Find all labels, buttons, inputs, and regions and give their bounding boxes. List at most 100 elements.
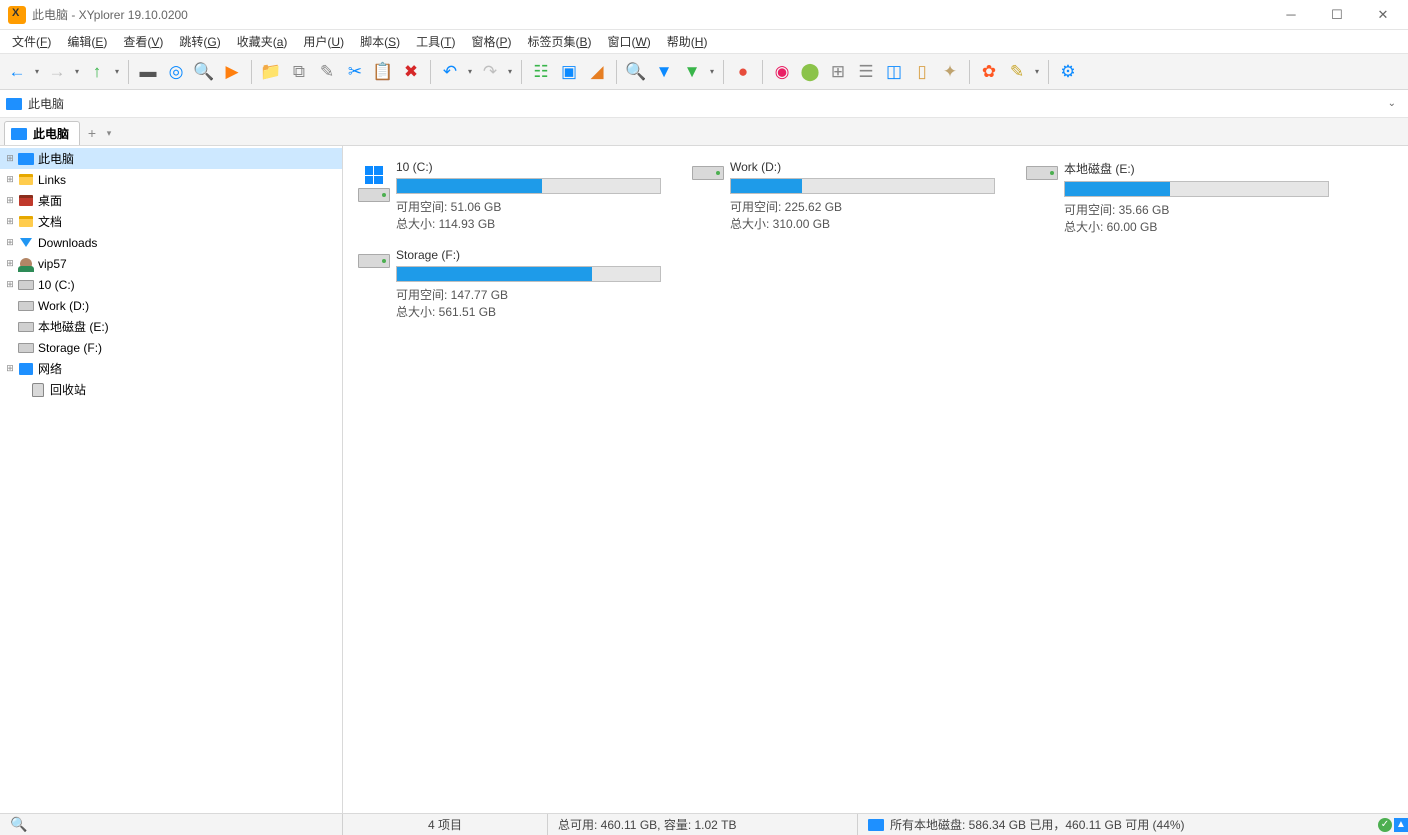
tree-item-label: Downloads — [38, 236, 97, 250]
target-icon[interactable]: ◎ — [163, 59, 189, 85]
tree-item[interactable]: ⊞网络 — [0, 358, 342, 379]
minimize-button[interactable]: ─ — [1268, 0, 1314, 29]
paste-icon[interactable]: 📋 — [370, 59, 396, 85]
drive-item[interactable]: Storage (F:)可用空间: 147.77 GB总大小: 561.51 G… — [349, 246, 679, 326]
expand-icon[interactable]: ⊞ — [4, 258, 16, 269]
expand-icon[interactable]: ⊞ — [4, 279, 16, 290]
status-sync-icon[interactable]: ▲ — [1394, 818, 1408, 832]
expand-icon[interactable]: ⊞ — [4, 153, 16, 164]
grid-icon[interactable]: ⊞ — [825, 59, 851, 85]
tab-this-pc[interactable]: 此电脑 — [4, 121, 80, 145]
tree-icon[interactable]: ☷ — [528, 59, 554, 85]
menu-s[interactable]: 脚本(S) — [352, 31, 408, 52]
tree-item-label: 本地磁盘 (E:) — [38, 318, 109, 335]
tree-item[interactable]: ⊞10 (C:) — [0, 274, 342, 295]
folder-tree[interactable]: ⊞此电脑⊞Links⊞桌面⊞文档⊞Downloads⊞vip57⊞10 (C:)… — [0, 146, 343, 813]
drive-item[interactable]: 10 (C:)可用空间: 51.06 GB总大小: 114.93 GB — [349, 158, 679, 238]
pizza-icon[interactable]: ◢ — [584, 59, 610, 85]
tree-item[interactable]: Work (D:) — [0, 295, 342, 316]
tree-item[interactable]: 回收站 — [0, 379, 342, 400]
back-icon-dropdown[interactable]: ▾ — [32, 67, 42, 76]
drive-item[interactable]: Work (D:)可用空间: 225.62 GB总大小: 310.00 GB — [683, 158, 1013, 238]
tree-item-label: Links — [38, 173, 66, 187]
filter2-icon[interactable]: ▼ — [679, 59, 705, 85]
play-icon[interactable]: ▶ — [219, 59, 245, 85]
menu-u[interactable]: 用户(U) — [295, 31, 352, 52]
menu-e[interactable]: 编辑(E) — [59, 31, 115, 52]
filter-icon[interactable]: ▼ — [651, 59, 677, 85]
edit-icon[interactable]: ✎ — [314, 59, 340, 85]
select-icon[interactable]: ▣ — [556, 59, 582, 85]
tree-item[interactable]: ⊞此电脑 — [0, 148, 342, 169]
tree-item[interactable]: ⊞桌面 — [0, 190, 342, 211]
menu-w[interactable]: 窗口(W) — [599, 31, 658, 52]
tree-item[interactable]: Storage (F:) — [0, 337, 342, 358]
gear-icon[interactable]: ⚙ — [1055, 59, 1081, 85]
cut-icon[interactable]: ✂ — [342, 59, 368, 85]
drive-item[interactable]: 本地磁盘 (E:)可用空间: 35.66 GB总大小: 60.00 GB — [1017, 158, 1347, 238]
tab-list-button[interactable]: ▾ — [102, 123, 116, 143]
redo-icon[interactable]: ↷ — [477, 59, 503, 85]
content-pane[interactable]: 10 (C:)可用空间: 51.06 GB总大小: 114.93 GBWork … — [343, 146, 1408, 813]
status-ok-icon[interactable]: ✓ — [1378, 818, 1392, 832]
menu-t[interactable]: 工具(T) — [408, 31, 463, 52]
delete-icon[interactable]: ✖ — [398, 59, 424, 85]
redo-icon-dropdown[interactable]: ▾ — [505, 67, 515, 76]
new-tab-button[interactable]: + — [82, 123, 102, 143]
status-bar: 🔍 4 项目 总可用: 460.11 GB, 容量: 1.02 TB 所有本地磁… — [0, 813, 1408, 835]
tree-item[interactable]: ⊞vip57 — [0, 253, 342, 274]
undo-icon-dropdown[interactable]: ▾ — [465, 67, 475, 76]
menu-a[interactable]: 收藏夹(a) — [229, 31, 296, 52]
address-bar[interactable]: 此电脑 ⌄ — [0, 90, 1408, 118]
expand-icon[interactable]: ⊞ — [4, 174, 16, 185]
chart-icon[interactable]: ● — [730, 59, 756, 85]
terminal-icon[interactable]: ▬ — [135, 59, 161, 85]
undo-icon[interactable]: ↶ — [437, 59, 463, 85]
zoom-icon[interactable]: 🔍 — [191, 59, 217, 85]
spiral-icon[interactable]: ◉ — [769, 59, 795, 85]
menu-p[interactable]: 窗格(P) — [463, 31, 519, 52]
tree-item[interactable]: ⊞文档 — [0, 211, 342, 232]
expand-icon[interactable]: ⊞ — [4, 195, 16, 206]
column-icon[interactable]: ▯ — [909, 59, 935, 85]
forward-icon[interactable]: → — [44, 59, 70, 85]
search-icon[interactable]: 🔍 — [10, 816, 28, 834]
list-icon[interactable]: ☰ — [853, 59, 879, 85]
color-icon[interactable]: ✿ — [976, 59, 1002, 85]
computer-icon — [11, 128, 27, 140]
up-icon-dropdown[interactable]: ▾ — [112, 67, 122, 76]
menubar: 文件(F)编辑(E)查看(V)跳转(G)收藏夹(a)用户(U)脚本(S)工具(T… — [0, 30, 1408, 54]
expand-icon[interactable]: ⊞ — [4, 237, 16, 248]
close-button[interactable]: ✕ — [1360, 0, 1406, 29]
expand-icon[interactable]: ⊞ — [4, 216, 16, 227]
copy-icon[interactable]: ⧉ — [286, 59, 312, 85]
forward-icon-dropdown[interactable]: ▾ — [72, 67, 82, 76]
menu-g[interactable]: 跳转(G) — [171, 31, 228, 52]
tree-item[interactable]: ⊞ Links — [0, 169, 342, 190]
tab-label: 此电脑 — [33, 125, 69, 142]
back-icon[interactable]: ← — [4, 59, 30, 85]
brush-icon[interactable]: ✦ — [937, 59, 963, 85]
menu-h[interactable]: 帮助(H) — [659, 31, 716, 52]
maximize-button[interactable]: ☐ — [1314, 0, 1360, 29]
wand-icon-dropdown[interactable]: ▾ — [1032, 67, 1042, 76]
dual-icon[interactable]: ◫ — [881, 59, 907, 85]
address-expand-icon[interactable]: ⌄ — [1382, 96, 1402, 111]
menu-v[interactable]: 查看(V) — [115, 31, 171, 52]
drive-icon — [692, 166, 724, 180]
filter2-icon-dropdown[interactable]: ▾ — [707, 67, 717, 76]
app-icon — [8, 6, 26, 24]
find-icon[interactable]: 🔍 — [623, 59, 649, 85]
menu-f[interactable]: 文件(F) — [4, 31, 59, 52]
windows-icon — [365, 166, 383, 184]
new-folder-icon[interactable]: 📁 — [258, 59, 284, 85]
tree-item[interactable]: ⊞ Downloads — [0, 232, 342, 253]
expand-icon[interactable]: ⊞ — [4, 363, 16, 374]
tree-item-label: Storage (F:) — [38, 341, 102, 355]
up-icon[interactable]: ↑ — [84, 59, 110, 85]
wand-icon[interactable]: ✎ — [1004, 59, 1030, 85]
titlebar: 此电脑 - XYplorer 19.10.0200 ─ ☐ ✕ — [0, 0, 1408, 30]
menu-b[interactable]: 标签页集(B) — [519, 31, 599, 52]
tree-item[interactable]: 本地磁盘 (E:) — [0, 316, 342, 337]
android-icon[interactable]: ⬤ — [797, 59, 823, 85]
